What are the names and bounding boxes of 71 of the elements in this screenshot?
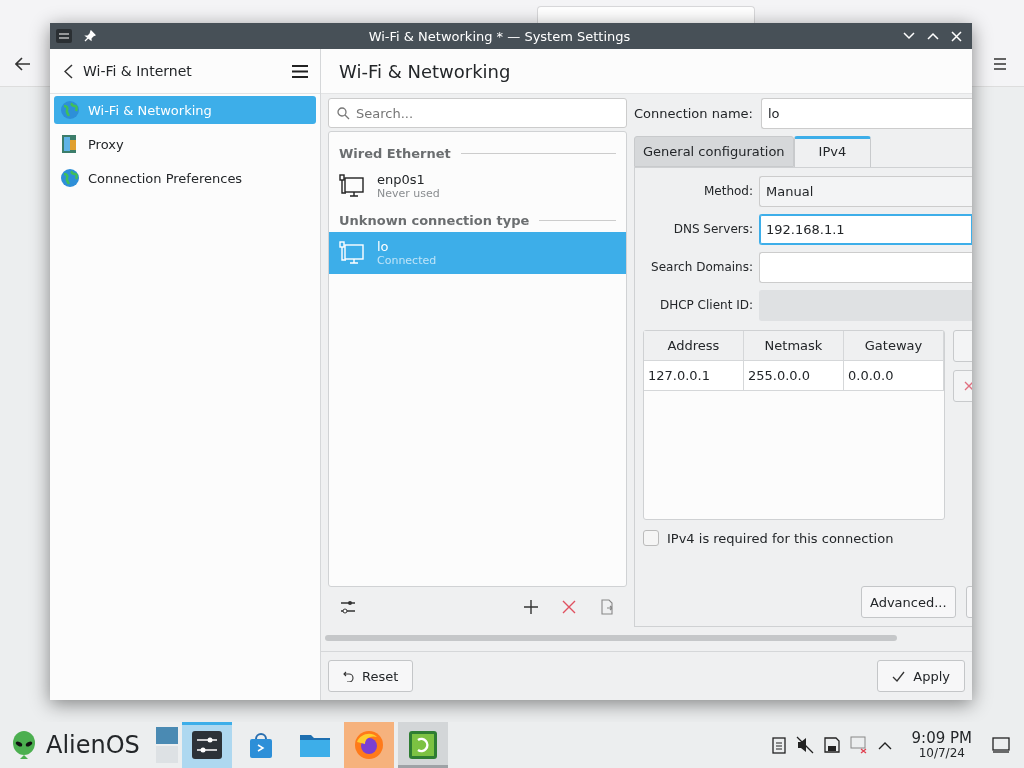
folder-icon — [299, 733, 330, 757]
connection-item[interactable]: enp0s1 Never used — [329, 165, 626, 207]
apply-button[interactable]: Apply — [877, 660, 965, 692]
field-label: Connection name: — [634, 105, 754, 121]
browser-icon — [353, 730, 384, 760]
circle-arrow-icon — [408, 731, 437, 759]
checkbox-label: IPv4 is required for this connection — [667, 530, 894, 546]
page-title: Wi-Fi & Networking — [339, 60, 511, 82]
settings-app-icon — [191, 731, 222, 759]
maximize-icon[interactable] — [927, 32, 939, 40]
export-icon[interactable] — [599, 599, 615, 615]
globe-icon — [60, 168, 80, 188]
group-header: Wired Ethernet — [339, 146, 451, 161]
wired-network-icon — [339, 240, 365, 266]
field-label: Method: — [702, 184, 754, 198]
table-cell[interactable]: 127.0.0.1 — [644, 361, 744, 391]
sidebar-item[interactable]: Proxy — [54, 130, 316, 158]
table-cell[interactable]: 255.0.0.0 — [744, 361, 844, 391]
sliders-icon[interactable] — [340, 599, 356, 615]
pin-icon[interactable] — [84, 30, 96, 42]
connection-name: lo — [377, 239, 390, 254]
field-label: Search Domains: — [650, 260, 754, 274]
add-icon[interactable] — [523, 599, 539, 615]
search-icon — [337, 107, 350, 120]
muted-speaker-icon[interactable] — [795, 736, 814, 754]
start-label[interactable]: AlienOS — [46, 731, 140, 759]
connection-status: Never used — [377, 187, 440, 200]
input-field[interactable] — [759, 251, 972, 283]
sidebar-item[interactable]: Connection Preferences — [54, 164, 316, 192]
checkbox[interactable] — [643, 530, 659, 546]
checkmark-icon — [892, 670, 906, 682]
column-header[interactable]: Netmask — [744, 331, 844, 361]
tab[interactable]: General configuration — [634, 136, 794, 167]
advanced-button[interactable]: Advanced... — [861, 586, 956, 618]
field-label: DNS Servers: — [672, 222, 754, 236]
wired-network-icon — [339, 173, 365, 199]
alien-icon[interactable] — [12, 731, 36, 759]
close-icon[interactable] — [951, 30, 962, 42]
connection-name: enp0s1 — [377, 172, 426, 187]
delete-icon[interactable] — [561, 599, 577, 615]
connection-name-field[interactable]: lo — [760, 97, 972, 129]
group-header: Unknown connection type — [339, 213, 530, 228]
tab[interactable]: IPv4 — [793, 136, 872, 167]
undo-icon — [343, 670, 354, 682]
input-field[interactable]: 192.168.1.1 — [759, 213, 972, 245]
method-dropdown[interactable]: Manual — [759, 175, 972, 207]
field-label: DHCP Client ID: — [658, 298, 754, 312]
column-header[interactable]: Gateway — [844, 331, 944, 361]
pager-icon[interactable] — [155, 727, 178, 763]
expand-tray-icon[interactable] — [877, 740, 892, 750]
back-icon[interactable] — [64, 63, 73, 79]
back-label[interactable]: Wi-Fi & Internet — [83, 63, 282, 79]
clock-date[interactable]: 10/7/24 — [918, 746, 965, 760]
reset-button[interactable]: Reset — [328, 660, 414, 692]
globe-icon — [60, 100, 80, 120]
window-title: Wi-Fi & Networking * — System Settings — [367, 28, 632, 44]
clipboard-icon[interactable] — [771, 736, 786, 754]
settings-icon — [56, 29, 72, 43]
minimize-icon[interactable] — [903, 32, 915, 40]
back-arrow-icon[interactable] — [15, 57, 31, 71]
show-desktop-icon[interactable] — [992, 737, 1010, 753]
search-field[interactable]: Search... — [328, 98, 627, 128]
menu-icon[interactable] — [292, 64, 308, 78]
connection-status: Connected — [377, 254, 437, 267]
clock-time[interactable]: 9:09 PM — [911, 730, 972, 747]
shopping-bag-icon — [247, 731, 274, 759]
network-disconnected-icon[interactable] — [849, 736, 868, 754]
remove-icon — [964, 381, 972, 391]
table-cell[interactable]: 0.0.0.0 — [844, 361, 944, 391]
column-header[interactable]: Address — [644, 331, 744, 361]
taskbar-app[interactable] — [181, 722, 232, 768]
